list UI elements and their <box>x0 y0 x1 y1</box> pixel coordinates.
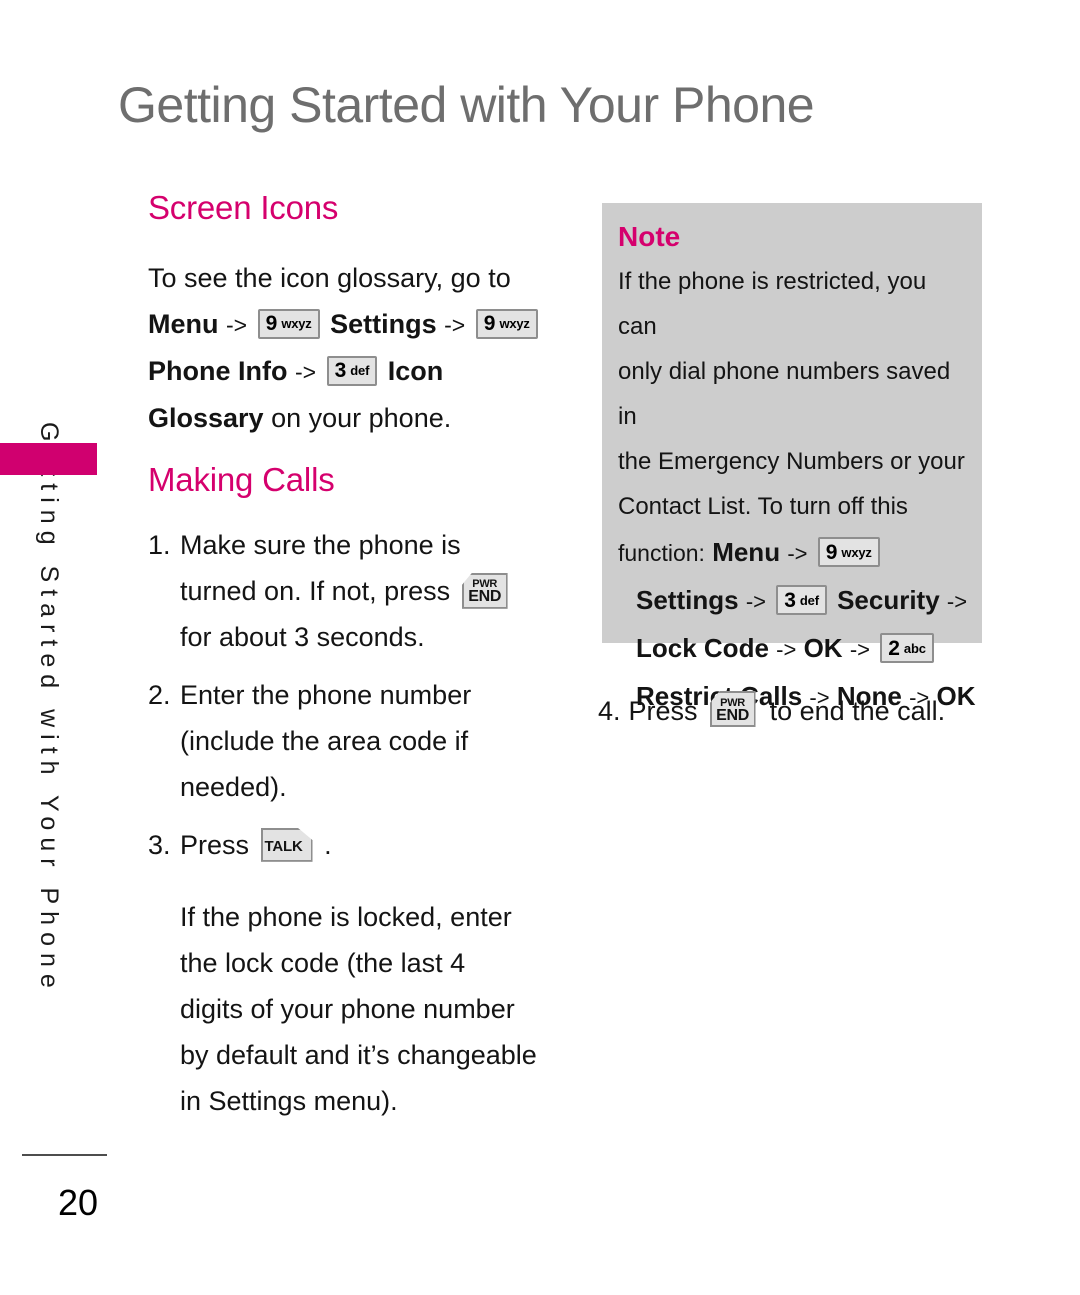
step-line-text: Press <box>180 830 250 860</box>
step-line-period: . <box>324 830 332 860</box>
step-line: for about 3 seconds. <box>180 622 425 652</box>
menu-label: Menu <box>148 309 219 339</box>
note-sequence-line-2: Settings -> 3 def Security -> <box>618 577 968 625</box>
screen-icons-sequence-line3: Glossary on your phone. <box>148 395 568 441</box>
key-9-wxyz-icon: 9 wxyz <box>257 308 320 339</box>
note-line: Contact List. To turn off this <box>618 493 908 520</box>
key-2-abc-icon: 2 abc <box>880 633 934 664</box>
step-1: 1. Make sure the phone is turned on. If … <box>148 522 568 660</box>
note-line: only dial phone numbers saved in <box>618 358 951 430</box>
step-2: 2. Enter the phone number (include the a… <box>148 672 568 810</box>
icon-label: Icon <box>387 356 444 386</box>
step-text: Press TALK . <box>180 822 568 868</box>
heading-making-calls: Making Calls <box>148 461 335 498</box>
note-heading: Note <box>618 221 681 252</box>
paragraph-line: digits of your phone number <box>180 994 515 1024</box>
settings-label: Settings <box>330 309 437 339</box>
key-pwr-end-icon: PWR END <box>709 691 756 727</box>
paragraph-line: in Settings menu). <box>180 1086 398 1116</box>
step-3: 3. Press TALK . <box>148 822 568 868</box>
step-line: turned on. If not, press PWR END <box>180 568 568 614</box>
note-box: Note If the phone is restricted, you can… <box>602 203 982 711</box>
key-3-def-icon: 3 def <box>326 355 378 386</box>
step-number: 2. <box>148 680 171 710</box>
step-number: 4. <box>598 696 621 726</box>
page-title: Getting Started with Your Phone <box>118 77 815 133</box>
making-calls-steps: 1. Make sure the phone is turned on. If … <box>148 522 568 1124</box>
locked-phone-paragraph: If the phone is locked, enter the lock c… <box>148 894 568 1124</box>
step-text: Make sure the phone is turned on. If not… <box>180 522 568 660</box>
key-9-wxyz-icon: 9 wxyz <box>817 537 880 568</box>
note-sequence-line-1: function: Menu -> 9 wxyz <box>618 529 966 577</box>
screen-icons-sequence-line1: Menu -> 9 wxyz Settings -> 9 wxyz <box>148 301 568 348</box>
arrow: -> <box>745 589 766 614</box>
page-number: 20 <box>58 1182 99 1223</box>
key-talk-icon: TALK <box>260 827 313 862</box>
paragraph-line: by default and it’s changeable <box>180 1040 537 1070</box>
lock-code-label: Lock Code <box>636 633 769 663</box>
step-line: Press TALK . <box>180 822 568 868</box>
step-number: 1. <box>148 530 171 560</box>
screen-icons-body: To see the icon glossary, go to Menu -> … <box>148 255 568 441</box>
step-text: Enter the phone number (include the area… <box>180 672 568 810</box>
arrow: -> <box>849 637 870 662</box>
function-label: function: <box>618 540 705 566</box>
glossary-tail: on your phone. <box>271 403 452 433</box>
ok-label: OK <box>803 633 843 663</box>
security-label: Security <box>837 585 940 615</box>
screen-icons-sequence-line2: Phone Info -> 3 def Icon <box>148 348 568 395</box>
step-line-text: turned on. If not, press <box>180 576 451 606</box>
arrow: -> <box>787 541 808 566</box>
key-3-def-icon: 3 def <box>776 585 827 616</box>
settings-label: Settings <box>636 585 739 615</box>
arrow: -> <box>444 312 466 338</box>
side-tab: Getting Started with Your Phone <box>0 418 97 995</box>
side-tab-color-swatch <box>0 443 97 475</box>
step-line-text: Press <box>628 696 698 726</box>
arrow: -> <box>946 589 968 614</box>
note-line: If the phone is restricted, you can <box>618 268 927 340</box>
arrow: -> <box>226 312 248 338</box>
step-line: (include the area code if <box>180 726 469 756</box>
note-body: If the phone is restricted, you can only… <box>618 259 966 529</box>
key-pwr-end-icon: PWR END <box>461 572 508 609</box>
key-9-wxyz-icon: 9 wxyz <box>475 308 538 339</box>
step-line: Enter the phone number <box>180 680 472 710</box>
step-line-tail: to end the call. <box>769 696 946 726</box>
note-line: the Emergency Numbers or your <box>618 448 965 475</box>
screen-icons-intro: To see the icon glossary, go to <box>148 263 511 293</box>
arrow: -> <box>295 359 317 385</box>
arrow: -> <box>776 637 797 662</box>
heading-screen-icons: Screen Icons <box>148 189 339 226</box>
note-sequence-line-3: Lock Code -> OK -> 2 abc <box>618 625 966 673</box>
side-tab-label: Getting Started with Your Phone <box>35 422 63 995</box>
paragraph-line: If the phone is locked, enter <box>180 902 512 932</box>
footer-rule <box>22 1154 107 1156</box>
step-number: 3. <box>148 830 171 860</box>
phone-info-label: Phone Info <box>148 356 288 386</box>
menu-label: Menu <box>712 537 781 567</box>
paragraph-line: the lock code (the last 4 <box>180 948 466 978</box>
glossary-label: Glossary <box>148 403 264 433</box>
step-line: Make sure the phone is <box>180 530 461 560</box>
step-line: needed). <box>180 772 287 802</box>
step-4: 4. Press PWR END to end the call. <box>598 688 945 734</box>
